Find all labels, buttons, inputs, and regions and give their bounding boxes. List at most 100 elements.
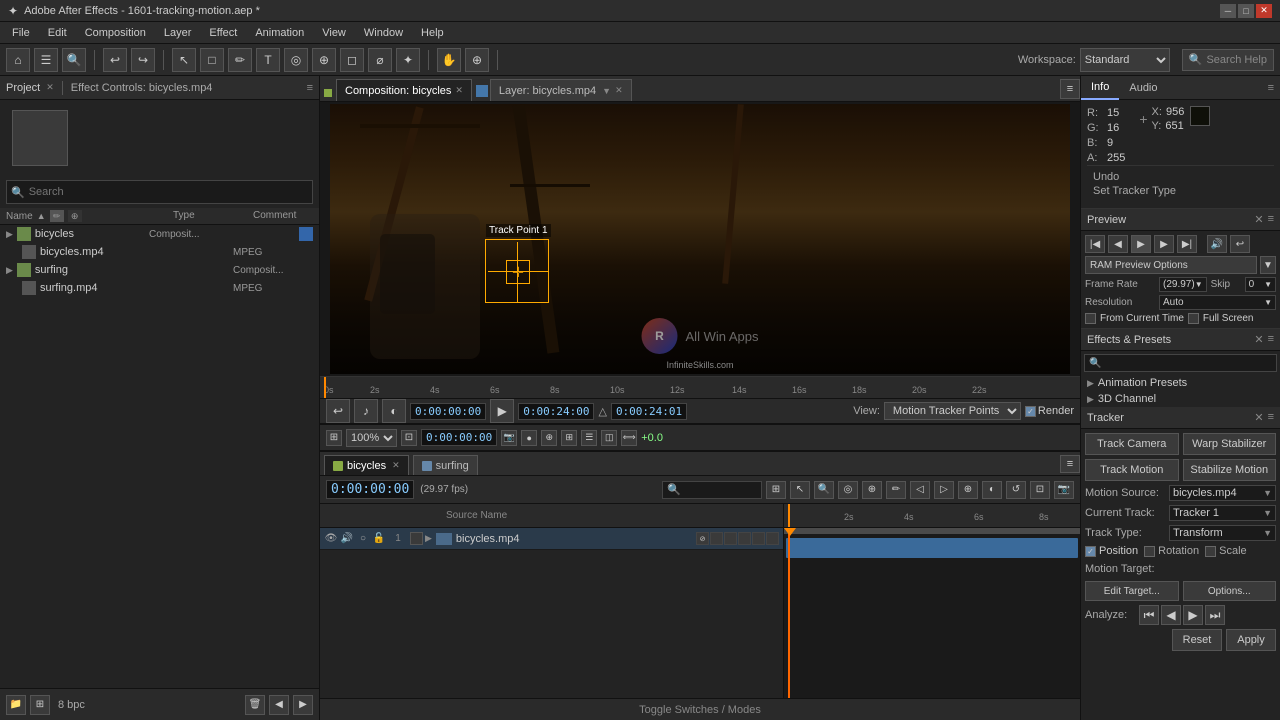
layer-tab-dropdown[interactable]: ▼ (602, 86, 611, 96)
tracker-menu-icon[interactable]: ≡ (1268, 411, 1274, 424)
layer-adj-btn[interactable] (752, 532, 765, 545)
ep-animation-presets[interactable]: ▶ Animation Presets (1081, 375, 1280, 391)
tool-paint[interactable]: ◎ (284, 48, 308, 72)
tl-panel-menu[interactable]: ≡ (1060, 455, 1080, 473)
track-camera-btn[interactable]: Track Camera (1085, 433, 1179, 455)
menu-file[interactable]: File (4, 25, 38, 41)
resolution-val[interactable]: Auto ▼ (1159, 295, 1276, 310)
layer-quality-btn[interactable] (710, 532, 723, 545)
render-checkbox[interactable]: ✓ (1025, 406, 1036, 417)
tool-undo[interactable]: ↩ (103, 48, 127, 72)
audio-preview-btn[interactable]: 🔊 (1207, 235, 1227, 253)
prev-item-btn[interactable]: ◀ (269, 695, 289, 715)
minimize-button[interactable]: ─ (1220, 4, 1236, 18)
grid-overlay-btn[interactable]: ⊞ (561, 430, 577, 446)
workspace-select[interactable]: Standard (1080, 48, 1170, 72)
analyze-back-btn[interactable]: ◀ (1161, 605, 1181, 625)
tab-close-comp[interactable]: ✕ (455, 85, 463, 96)
timecode-display[interactable]: 0:00:00:00 (421, 429, 497, 446)
time-display-duration[interactable]: 0:00:24:00 (518, 403, 594, 420)
step-fwd-btn[interactable]: ▶ (1154, 235, 1174, 253)
project-item-surfing[interactable]: ▶ surfing Composit... (0, 261, 319, 279)
tl-camera-btn[interactable]: 📷 (1054, 481, 1074, 499)
solo-vis-btn[interactable]: ○ (356, 532, 370, 546)
tab-audio[interactable]: Audio (1119, 76, 1167, 100)
time-display-delta[interactable]: 0:00:24:01 (611, 403, 687, 420)
fit-comp-btn[interactable]: ⊡ (401, 430, 417, 446)
history-undo[interactable]: Undo (1093, 170, 1268, 184)
tl-markers-btn[interactable]: ◎ (838, 481, 858, 499)
pixel-aspect-btn[interactable]: ⟺ (621, 430, 637, 446)
goto-end-btn[interactable]: ▶| (1177, 235, 1197, 253)
color-mgmt-btn[interactable]: ◐ (382, 399, 406, 423)
tab-info[interactable]: Info (1081, 76, 1119, 100)
tl-add-marker-btn[interactable]: ⊕ (958, 481, 978, 499)
preview-close-icon[interactable]: ✕ (1254, 213, 1263, 226)
track-type-val[interactable]: Transform ▼ (1169, 525, 1276, 541)
menu-animation[interactable]: Animation (247, 25, 312, 41)
close-button[interactable]: ✕ (1256, 4, 1272, 18)
info-panel-menu[interactable]: ≡ (1262, 82, 1280, 94)
tl-graph-btn[interactable]: ▷ (934, 481, 954, 499)
search-help-label[interactable]: Search Help (1206, 54, 1267, 66)
scale-checkbox[interactable] (1205, 546, 1216, 557)
project-search-bar[interactable]: 🔍 (6, 180, 313, 204)
preview-menu-icon[interactable]: ≡ (1268, 213, 1274, 226)
tl-comp-btn[interactable]: ⊡ (1030, 481, 1050, 499)
tl-tab-bicycles[interactable]: bicycles ✕ (324, 455, 409, 475)
snap-btn[interactable]: 📷 (501, 430, 517, 446)
project-search-input[interactable] (29, 186, 308, 198)
layer-3d-btn[interactable] (766, 532, 779, 545)
menu-effect[interactable]: Effect (201, 25, 245, 41)
tl-search-input[interactable] (662, 481, 762, 499)
tool-select[interactable]: ↖ (172, 48, 196, 72)
ep-search-input[interactable] (1105, 357, 1272, 369)
tl-solo-btn[interactable]: ◐ (982, 481, 1002, 499)
tool-eraser[interactable]: ◻ (340, 48, 364, 72)
layer-expand-arrow[interactable]: ▶ (425, 533, 432, 544)
reset-btn[interactable]: Reset (1172, 629, 1222, 651)
from-current-checkbox[interactable] (1085, 313, 1096, 324)
panel-menu-icon[interactable]: ≡ (307, 82, 313, 94)
tl-time-display[interactable]: 0:00:00:00 (326, 480, 414, 499)
menu-window[interactable]: Window (356, 25, 411, 41)
ram-arrow-btn[interactable]: ▼ (1260, 256, 1276, 274)
tool-new-comp[interactable]: ☰ (34, 48, 58, 72)
apply-btn[interactable]: Apply (1226, 629, 1276, 651)
time-display-main[interactable]: 0:00:00:00 (410, 403, 486, 420)
tab-layer-bicycles-mp4[interactable]: Layer: bicycles.mp4 ▼ ✕ (490, 79, 632, 101)
trash-btn[interactable]: 🗑 (245, 695, 265, 715)
grid-btn[interactable]: ⊞ (326, 430, 342, 446)
ram-preview-btn[interactable]: RAM Preview Options (1085, 256, 1257, 274)
tl-tab-surfing[interactable]: surfing (413, 455, 478, 475)
history-set-tracker-type[interactable]: Set Tracker Type (1093, 184, 1268, 198)
next-item-btn[interactable]: ▶ (293, 695, 313, 715)
menu-composition[interactable]: Composition (77, 25, 154, 41)
play-btn[interactable]: ▶ (1131, 235, 1151, 253)
transparency-btn[interactable]: ◫ (601, 430, 617, 446)
tl-snap-btn[interactable]: ⊞ (766, 481, 786, 499)
lock-vis-btn[interactable]: 🔓 (372, 532, 386, 546)
rotation-checkbox[interactable] (1144, 546, 1155, 557)
tool-zoom-tool[interactable]: ⊕ (465, 48, 489, 72)
panel-menu-viewer[interactable]: ≡ (1060, 79, 1080, 99)
track-motion-btn[interactable]: Track Motion (1085, 459, 1179, 481)
vis-btn[interactable]: 👁 (324, 532, 338, 546)
project-item-bicycles[interactable]: ▶ bicycles Composit... (0, 225, 319, 243)
tool-home[interactable]: ⌂ (6, 48, 30, 72)
skip-val[interactable]: 0 ▼ (1245, 277, 1276, 292)
tl-tab-close-bicycles[interactable]: ✕ (392, 460, 400, 471)
layer-motion-blur-btn[interactable] (738, 532, 751, 545)
tl-pen-btn[interactable]: 🔍 (814, 481, 834, 499)
tab-composition-bicycles[interactable]: Composition: bicycles ✕ (336, 79, 472, 101)
new-folder-btn[interactable]: 📁 (6, 695, 26, 715)
menu-layer[interactable]: Layer (156, 25, 200, 41)
audio-vis-btn[interactable]: 🔊 (340, 532, 354, 546)
tool-hand[interactable]: ✋ (437, 48, 461, 72)
tool-search[interactable]: 🔍 (62, 48, 86, 72)
layer-fx-btn[interactable] (724, 532, 737, 545)
project-item-bicycles-mp4[interactable]: bicycles.mp4 MPEG (0, 243, 319, 261)
menu-edit[interactable]: Edit (40, 25, 75, 41)
options-btn[interactable]: Options... (1183, 581, 1277, 601)
full-screen-checkbox[interactable] (1188, 313, 1199, 324)
